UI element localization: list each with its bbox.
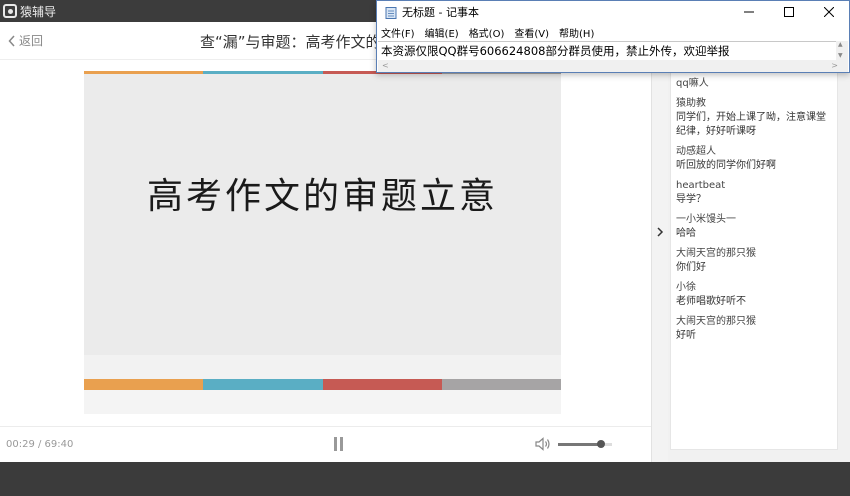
scroll-up-arrow-icon[interactable]: ▲ (838, 41, 843, 48)
video-player[interactable]: 高考作文的审题立意 (0, 60, 651, 426)
notepad-horizontal-scrollbar[interactable]: < > (378, 60, 848, 72)
chat-username: 小徐 (676, 282, 696, 293)
chat-panel[interactable]: qq嘛人猿助教同学们，开始上课了呦，注意课堂纪律，好好听课呀动感超人听回放的同学… (670, 72, 838, 450)
chat-text: 老师唱歌好听不 (676, 296, 746, 307)
stripe-segment (322, 379, 442, 390)
stripe-segment (203, 71, 323, 74)
bottom-bar (0, 462, 850, 496)
volume-fill (558, 443, 602, 446)
chat-username: 大闹天宫的那只猴 (676, 248, 756, 259)
scroll-thumb[interactable] (392, 62, 832, 70)
chat-text: 哈哈 (676, 228, 696, 239)
menu-view[interactable]: 查看(V) (514, 25, 549, 40)
playback-time: 00:29 / 69:40 (6, 439, 74, 450)
volume-icon[interactable] (535, 437, 551, 454)
chat-message: 动感超人听回放的同学你们好啊 (676, 145, 832, 173)
player-controls: 00:29 / 69:40 (0, 426, 651, 462)
notepad-title: 无标题 - 记事本 (402, 6, 479, 19)
back-label: 返回 (19, 34, 44, 48)
slide-heading: 高考作文的审题立意 (146, 176, 498, 217)
scroll-right-arrow-icon[interactable]: > (831, 61, 838, 70)
chat-message: 大闹天宫的那只猴 你们好 (676, 247, 832, 275)
maximize-icon (784, 7, 794, 17)
chat-collapse-strip (651, 60, 668, 462)
pause-button[interactable] (333, 437, 345, 451)
notepad-vertical-scrollbar[interactable]: ▲ ▼ (836, 41, 848, 60)
chat-username: 大闹天宫的那只猴 (676, 316, 756, 327)
scroll-down-arrow-icon[interactable]: ▼ (838, 52, 843, 59)
stripe-segment (441, 379, 561, 390)
app-title: 猿辅导 (20, 4, 57, 19)
scroll-left-arrow-icon[interactable]: < (382, 61, 389, 70)
chevron-left-icon (8, 34, 15, 47)
menu-edit[interactable]: 编辑(E) (425, 25, 459, 40)
chat-text: 好听 (676, 330, 696, 341)
chat-username: 动感超人 (676, 146, 716, 157)
close-icon (824, 7, 834, 17)
slide-lower-band (84, 355, 561, 379)
chat-text: 同学们，开始上课了呦，注意课堂纪律，好好听课呀 (676, 112, 826, 137)
chat-text: 你们好 (676, 262, 706, 273)
lesson-title: 查“漏”与审题：高考作文的 (200, 33, 378, 51)
chat-message: 大闹天宫的那只猴 好听 (676, 315, 832, 343)
notepad-icon (385, 6, 397, 19)
chat-message: 猿助教同学们，开始上课了呦，注意课堂纪律，好好听课呀 (676, 97, 832, 139)
chat-message: qq嘛人 (676, 77, 832, 91)
chat-message: heartbeat 导学？ (676, 179, 832, 207)
slide-foot (84, 390, 561, 414)
chat-message: 小徐 老师唱歌好听不 (676, 281, 832, 309)
volume-knob[interactable] (597, 440, 606, 448)
minimize-icon (744, 11, 754, 13)
chat-text: 听回放的同学你们好啊 (676, 160, 776, 171)
menu-help[interactable]: 帮助(H) (559, 25, 594, 40)
chat-username: qq嘛人 (676, 78, 709, 89)
stripe-segment (84, 379, 204, 390)
notepad-menubar: 文件(F) 编辑(E) 格式(O) 查看(V) 帮助(H) (377, 24, 849, 41)
close-button[interactable] (809, 1, 849, 23)
chat-column: qq嘛人猿助教同学们，开始上课了呦，注意课堂纪律，好好听课呀动感超人听回放的同学… (668, 60, 850, 462)
chat-text: 导学？ (676, 194, 706, 205)
notepad-titlebar[interactable]: 无标题 - 记事本 (377, 1, 849, 23)
chat-username: heartbeat (676, 180, 726, 191)
window-controls (729, 1, 849, 23)
stripe-segment (203, 379, 323, 390)
minimize-button[interactable] (729, 1, 769, 23)
back-button[interactable]: 返回 (8, 32, 43, 49)
pause-icon-bar (334, 437, 337, 451)
pause-icon-bar (340, 437, 343, 451)
menu-format[interactable]: 格式(O) (469, 25, 505, 40)
notepad-text-area[interactable]: 本资源仅限QQ群号606624808部分群员使用，禁止外传，欢迎举报 (378, 41, 848, 59)
slide-bottom-stripe (84, 379, 561, 390)
slide: 高考作文的审题立意 (84, 71, 561, 414)
chat-message: 一小米馒头一 哈哈 (676, 213, 832, 241)
volume-slider[interactable] (558, 440, 616, 449)
maximize-button[interactable] (769, 1, 809, 23)
chat-username: 猿助教 (676, 98, 706, 109)
menu-file[interactable]: 文件(F) (381, 25, 415, 40)
stripe-segment (84, 71, 204, 74)
app-logo-icon (3, 4, 17, 18)
notepad-window[interactable]: 无标题 - 记事本 文件(F) 编辑(E) 格式(O) 查看(V) 帮助(H) … (376, 0, 850, 73)
chevron-right-icon[interactable] (656, 226, 664, 241)
chat-username: 一小米馒头一 (676, 214, 736, 225)
